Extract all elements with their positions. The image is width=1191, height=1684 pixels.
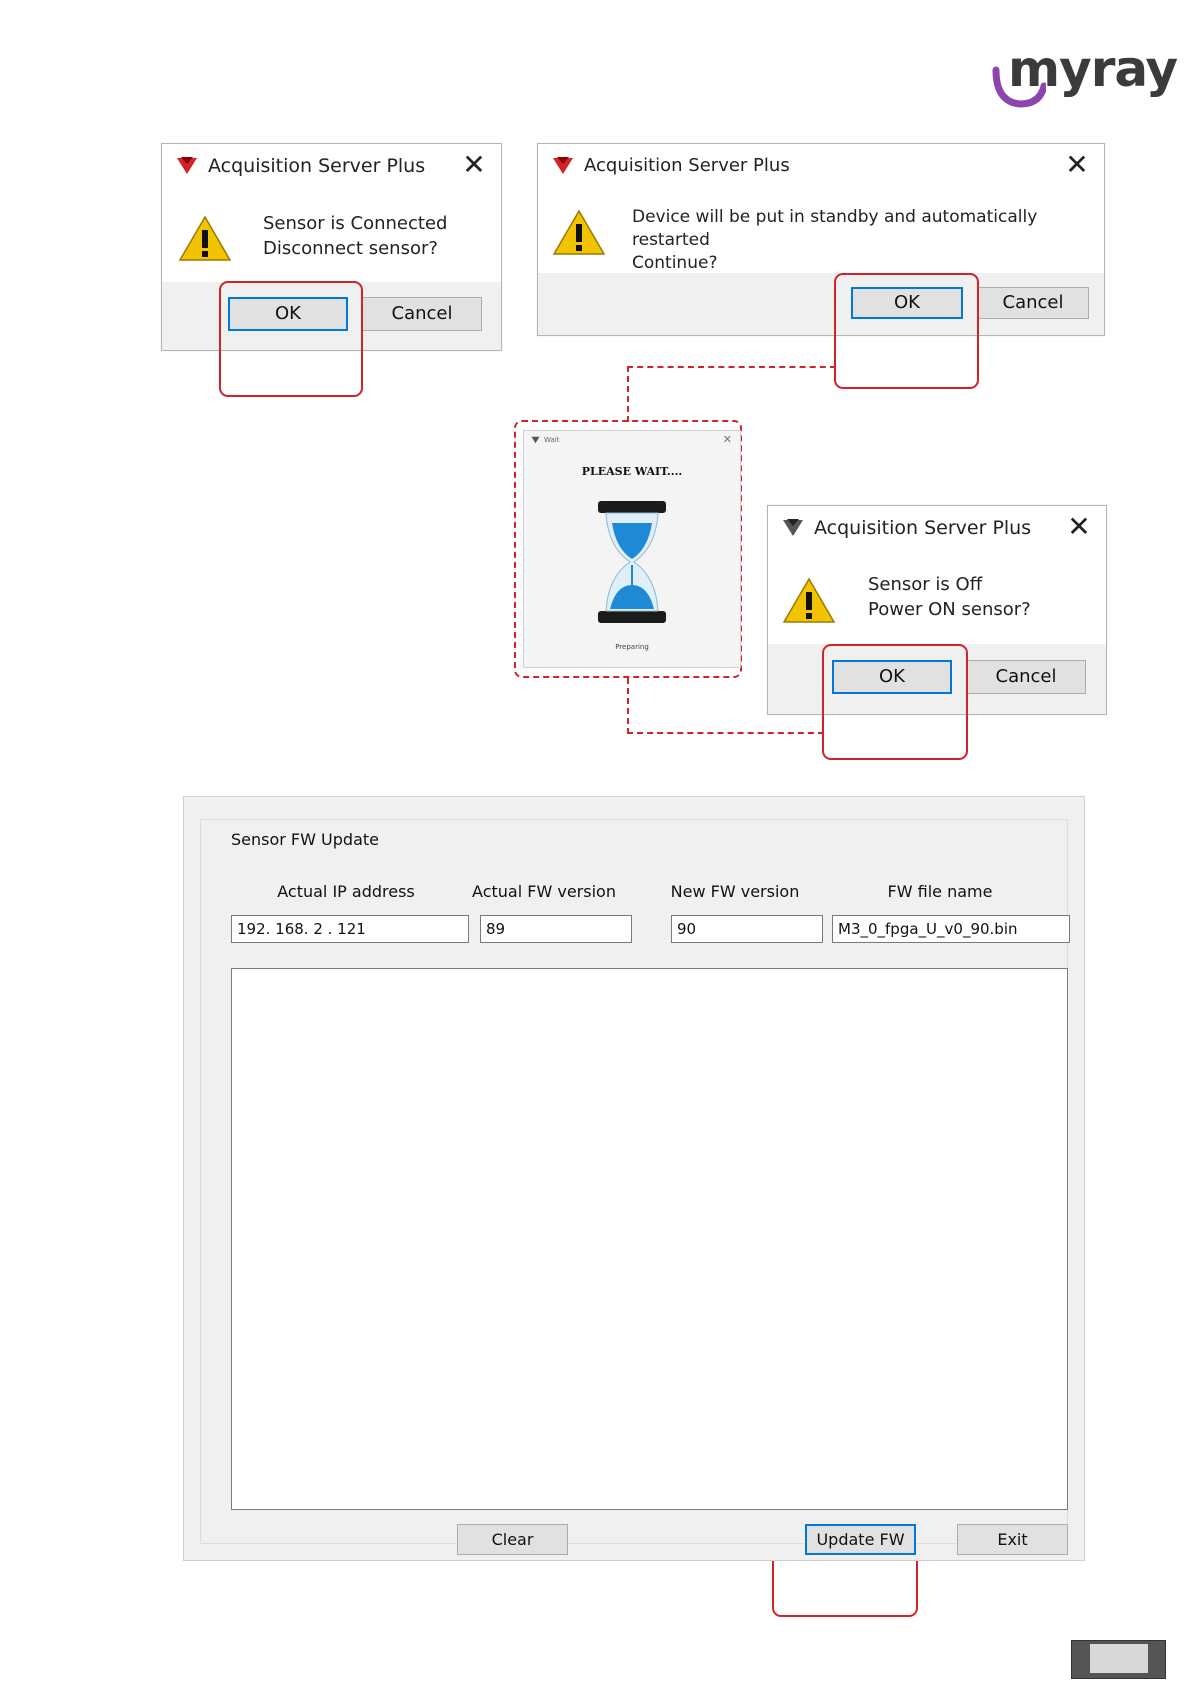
dialog-title: Acquisition Server Plus	[584, 155, 790, 176]
warning-icon	[782, 577, 836, 623]
group-title: Sensor FW Update	[227, 830, 383, 849]
wait-title: Wait	[544, 436, 560, 444]
title-bar: Acquisition Server Plus ✕	[538, 144, 1104, 188]
app-icon	[553, 157, 573, 174]
warning-icon	[178, 215, 232, 261]
flow-connector	[627, 366, 836, 422]
title-bar: Acquisition Server Plus ✕	[162, 144, 501, 188]
app-icon	[783, 519, 803, 536]
message-line-2: Continue?	[632, 253, 718, 273]
dialog-message: Device will be put in standby and automa…	[632, 206, 1104, 275]
ip-label: Actual IP address	[277, 882, 415, 901]
update-fw-button[interactable]: Update FW	[805, 1524, 916, 1555]
actual-fw-field[interactable]: 89	[480, 915, 632, 943]
fw-file-label: FW file name	[887, 882, 993, 901]
close-icon[interactable]: ✕	[1062, 150, 1092, 180]
close-icon[interactable]: ✕	[1064, 512, 1094, 542]
clear-button[interactable]: Clear	[457, 1524, 568, 1555]
new-fw-label: New FW version	[670, 882, 800, 901]
ip-field[interactable]: 192. 168. 2 . 121	[231, 915, 469, 943]
new-fw-field[interactable]: 90	[671, 915, 823, 943]
dialog-footer: OK Cancel	[538, 273, 1104, 335]
cancel-button[interactable]: Cancel	[362, 297, 482, 331]
wait-window: Wait ✕ PLEASE WAIT.... Preparing	[523, 430, 741, 668]
ok-highlight	[822, 644, 968, 760]
actual-fw-label: Actual FW version	[472, 882, 616, 901]
cancel-button[interactable]: Cancel	[977, 287, 1089, 319]
dialog-message: Sensor is Connected Disconnect sensor?	[263, 211, 447, 261]
title-bar: Acquisition Server Plus ✕	[768, 506, 1106, 550]
hourglass-icon	[598, 501, 666, 623]
ok-highlight	[834, 273, 979, 389]
standby-dialog: Acquisition Server Plus ✕ Device will be…	[537, 143, 1105, 336]
message-line-2: Disconnect sensor?	[263, 238, 438, 259]
message-line-1: Device will be put in standby and automa…	[632, 207, 1038, 250]
close-icon[interactable]: ✕	[459, 150, 489, 180]
dialog-title: Acquisition Server Plus	[814, 517, 1032, 539]
myray-logo: myray	[990, 40, 1178, 108]
page-tab	[1071, 1640, 1166, 1679]
warning-icon	[552, 209, 606, 255]
ok-highlight	[219, 281, 363, 397]
fw-file-field[interactable]: M3_0_fpga_U_v0_90.bin	[832, 915, 1070, 943]
cancel-button[interactable]: Cancel	[966, 660, 1086, 694]
dialog-message: Sensor is Off Power ON sensor?	[868, 572, 1031, 622]
page-tab-inner	[1090, 1644, 1148, 1673]
message-line-1: Sensor is Off	[868, 574, 983, 595]
wait-status: Preparing	[615, 643, 649, 651]
app-icon	[177, 157, 197, 174]
exit-button[interactable]: Exit	[957, 1524, 1068, 1555]
fw-update-group: Sensor FW Update Actual IP address Actua…	[200, 819, 1070, 1555]
fw-update-panel: Sensor FW Update Actual IP address Actua…	[183, 796, 1085, 1561]
wait-message: PLEASE WAIT....	[581, 465, 683, 478]
app-icon	[531, 436, 540, 444]
close-icon[interactable]: ✕	[723, 433, 732, 446]
message-line-2: Power ON sensor?	[868, 599, 1031, 620]
dialog-title: Acquisition Server Plus	[208, 155, 426, 177]
message-line-1: Sensor is Connected	[263, 213, 448, 234]
log-output[interactable]	[231, 968, 1068, 1510]
logo-text: myray	[1008, 40, 1178, 98]
